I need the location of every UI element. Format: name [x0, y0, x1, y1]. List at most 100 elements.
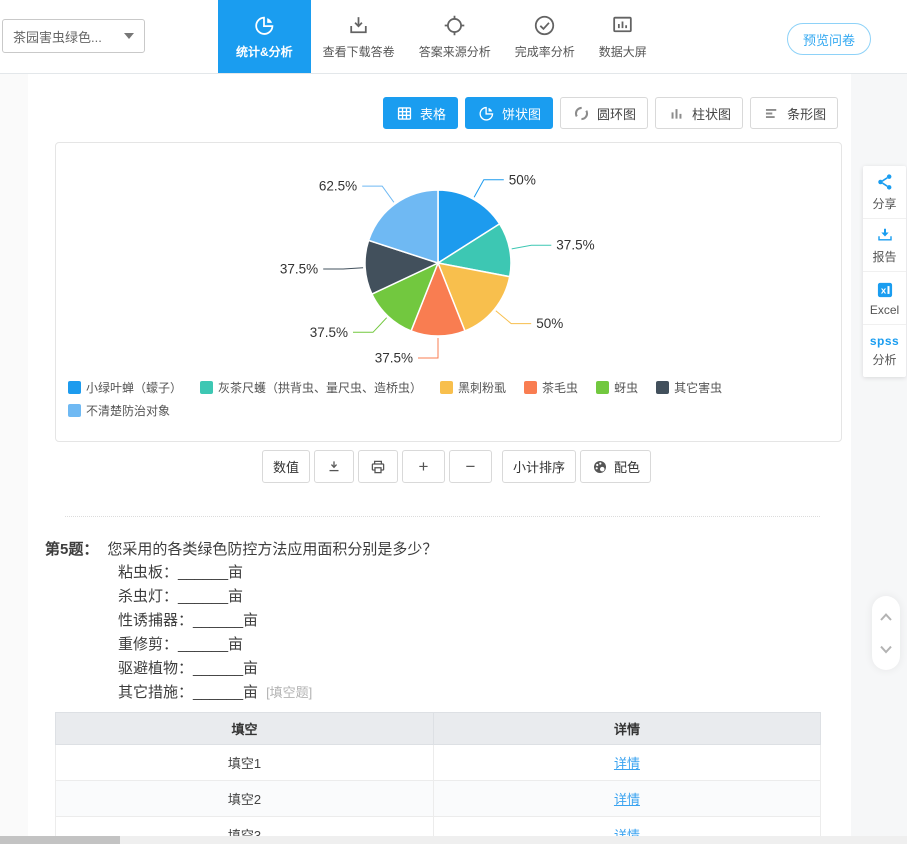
pie-label: 50%	[509, 172, 536, 187]
pie-label: 37.5%	[375, 351, 413, 366]
pie-label-line	[496, 311, 531, 324]
chart-toolbar-button-小计排序[interactable]: 小计排序	[502, 450, 576, 483]
blank-line: 驱避植物：______亩	[118, 657, 312, 681]
tab-1[interactable]: 查看下载答卷	[311, 0, 407, 73]
chart-toolbar: 数值 + − 小计排序配色	[262, 450, 651, 483]
legend-label: 蚜虫	[614, 379, 638, 396]
check-circle-icon	[532, 13, 557, 38]
tab-label: 数据大屏	[599, 43, 647, 60]
legend-marker	[524, 381, 537, 394]
survey-selector-value: 茶园害虫绿色...	[13, 27, 102, 46]
blank-line-text: 性诱捕器：______亩	[118, 612, 258, 629]
pie-label-line	[362, 186, 394, 202]
question-blank-lines: 粘虫板：______亩杀虫灯：______亩性诱捕器：______亩重修剪：__…	[118, 561, 312, 705]
pie-label-line	[418, 338, 438, 358]
chart-toolbar-button-download[interactable]	[314, 450, 354, 483]
pie-label-line	[474, 180, 504, 198]
chart-type-button-1[interactable]: 饼状图	[465, 97, 553, 129]
legend-item[interactable]: 茶毛虫	[524, 379, 578, 396]
legend-marker	[656, 381, 669, 394]
column-chart-icon	[667, 104, 686, 123]
tab-3[interactable]: 完成率分析	[503, 0, 587, 73]
chart-toolbar-button-+[interactable]: +	[402, 450, 445, 483]
chart-type-button-4[interactable]: 条形图	[750, 97, 838, 129]
preview-survey-button[interactable]: 预览问卷	[787, 23, 871, 55]
chart-toolbar-button-数值[interactable]: 数值	[262, 450, 310, 483]
target-icon	[442, 13, 467, 38]
column-header-blank: 填空	[56, 713, 434, 745]
scroll-up-button[interactable]	[874, 605, 898, 629]
legend-label: 不清楚防治对象	[86, 402, 170, 419]
pie-label: 37.5%	[280, 262, 318, 277]
legend-item[interactable]: 灰茶尺蠖（拱背虫、量尺虫、造桥虫）	[200, 379, 422, 396]
legend-label: 灰茶尺蠖（拱背虫、量尺虫、造桥虫）	[218, 379, 422, 396]
legend-marker	[68, 381, 81, 394]
dashboard-icon	[610, 13, 635, 38]
side-toolbar-item-excel[interactable]: x Excel	[863, 272, 906, 325]
survey-selector-dropdown[interactable]: 茶园害虫绿色...	[2, 19, 145, 53]
side-toolbar-label: 报告	[872, 248, 896, 265]
legend-item[interactable]: 不清楚防治对象	[68, 402, 170, 419]
chart-type-label: 圆环图	[597, 104, 636, 123]
pie-label: 37.5%	[310, 325, 348, 340]
download-icon	[325, 458, 343, 476]
blank-line-text: 其它措施：______亩	[118, 684, 258, 701]
tab-4[interactable]: 数据大屏	[587, 0, 659, 73]
toolbar-button-label: −	[466, 457, 476, 477]
download-tray-icon	[346, 13, 371, 38]
blank-line-text: 驱避植物：______亩	[118, 660, 258, 677]
legend-item[interactable]: 小绿叶蝉（蠓子）	[68, 379, 182, 396]
pie-chart-card: 50%37.5%50%37.5%37.5%37.5%62.5% 小绿叶蝉（蠓子）…	[55, 142, 842, 442]
chart-legend: 小绿叶蝉（蠓子） 灰茶尺蠖（拱背虫、量尺虫、造桥虫） 黑刺粉虱 茶毛虫 蚜虫 其它害虫不清…	[68, 379, 830, 419]
horizontal-scrollbar-thumb[interactable]	[0, 836, 120, 844]
chart-type-button-2[interactable]: 圆环图	[560, 97, 648, 129]
question-number: 第5题：	[45, 538, 98, 559]
detail-link[interactable]: 详情	[614, 792, 640, 807]
question-type-tag: [填空题]	[266, 685, 312, 700]
share-export-toolbar: 分享报告 x Excel spss分析	[863, 166, 906, 377]
side-toolbar-item-report-download[interactable]: 报告	[863, 219, 906, 272]
svg-text:x: x	[880, 285, 886, 296]
detail-link[interactable]: 详情	[614, 756, 640, 771]
table-header-row: 填空 详情	[56, 713, 821, 745]
print-icon	[369, 458, 387, 476]
legend-marker	[596, 381, 609, 394]
excel-icon: x	[875, 280, 895, 300]
caret-down-icon	[124, 33, 134, 39]
legend-item[interactable]: 蚜虫	[596, 379, 638, 396]
table-row: 填空1 详情	[56, 745, 821, 781]
side-toolbar-label: Excel	[870, 303, 899, 317]
page-scroll-pill	[872, 596, 900, 670]
chart-type-button-0[interactable]: 表格	[383, 97, 458, 129]
question-title: 您采用的各类绿色防控方法应用面积分别是多少？	[107, 538, 437, 559]
pie-label: 62.5%	[319, 179, 357, 194]
toolbar-button-label: 数值	[273, 457, 299, 476]
tab-2[interactable]: 答案来源分析	[407, 0, 503, 73]
chart-toolbar-button-−[interactable]: −	[449, 450, 492, 483]
toolbar-button-label: +	[419, 457, 429, 477]
chart-toolbar-button-palette[interactable]: 配色	[580, 450, 651, 483]
side-toolbar-item-share[interactable]: 分享	[863, 166, 906, 219]
bar-chart-icon	[762, 104, 781, 123]
blank-line: 其它措施：______亩 [填空题]	[118, 681, 312, 705]
chart-toolbar-button-print[interactable]	[358, 450, 398, 483]
chart-type-button-3[interactable]: 柱状图	[655, 97, 743, 129]
legend-label: 黑刺粉虱	[458, 379, 506, 396]
tab-label: 完成率分析	[515, 43, 575, 60]
chart-type-label: 饼状图	[502, 104, 541, 123]
side-toolbar-item-spss[interactable]: spss分析	[863, 325, 906, 377]
tab-label: 统计&分析	[236, 43, 293, 60]
left-gutter	[0, 74, 28, 844]
pie-label-line	[512, 245, 552, 249]
pie-chart[interactable]: 50%37.5%50%37.5%37.5%37.5%62.5%	[56, 143, 841, 382]
tab-active-0[interactable]: 统计&分析	[218, 0, 311, 73]
pie-label-line	[323, 268, 363, 269]
section-divider	[65, 516, 820, 517]
scroll-down-button[interactable]	[874, 637, 898, 661]
nav-tabs: 统计&分析 查看下载答卷答案来源分析完成率分析 数据大屏	[218, 0, 659, 73]
pie-label: 37.5%	[556, 238, 594, 253]
blank-cell: 填空1	[56, 745, 434, 781]
legend-marker	[200, 381, 213, 394]
legend-item[interactable]: 黑刺粉虱	[440, 379, 506, 396]
legend-item[interactable]: 其它害虫	[656, 379, 722, 396]
